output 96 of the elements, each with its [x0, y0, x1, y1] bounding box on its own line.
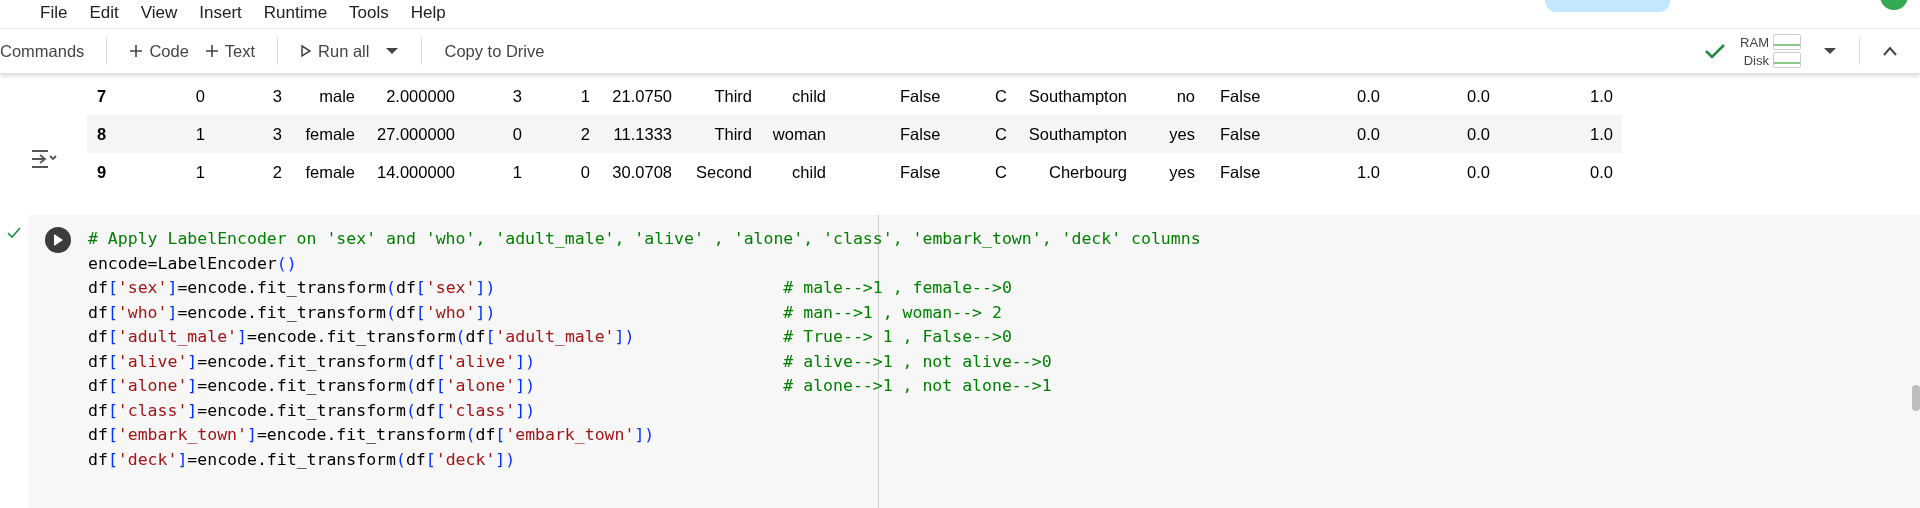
table-cell-text: 1 [511, 162, 522, 182]
code-line: df['deck']=encode.fit_transform(df['deck']) [88, 448, 517, 471]
scrollbar-thumb[interactable] [1912, 385, 1920, 411]
table-cell-text: 0.0 [1356, 124, 1380, 144]
row-index: 8 [96, 124, 108, 144]
menu-item[interactable]: View [140, 4, 178, 22]
table-cell-text: False [1219, 162, 1262, 182]
table-cell-text: 1.0 [1589, 124, 1613, 144]
table-cell-text: False [899, 86, 942, 106]
table-cell-text: 0.0 [1466, 86, 1490, 106]
table-cell-text: 1 [194, 162, 205, 182]
code-line: df['sex']=encode.fit_transform(df['sex']) [88, 277, 497, 299]
ram-meter [1773, 34, 1801, 50]
code-comment: # alive-->1 , not alive-->0 [783, 350, 1053, 373]
table-cell-text: 2 [271, 162, 282, 182]
table-cell-text: 0.0 [1589, 162, 1613, 182]
code-line: df['alive']=encode.fit_transform(df['alive']) [88, 350, 537, 373]
code-line: # Apply LabelEncoder on 'sex' and 'who', 'adult_male', 'alive' , 'alone', 'class', 'embark_town', 'deck' columns [88, 228, 1201, 250]
table-cell-text: 14.000000 [376, 162, 455, 182]
code-comment: # True--> 1 , False-->0 [783, 326, 1013, 348]
table-cell-text: Third [713, 124, 752, 144]
code-line: encode=LabelEncoder() [88, 252, 298, 275]
table-cell-text: C [994, 86, 1008, 106]
table-cell-text: 1 [579, 86, 590, 106]
copy-to-drive-button[interactable]: Copy to Drive [436, 34, 553, 68]
code-line: df['class']=encode.fit_transform(df['class']) [88, 399, 537, 422]
table-cell-text: 0 [511, 124, 522, 144]
disk-meter [1773, 52, 1801, 68]
menu-item[interactable]: Tools [349, 4, 389, 22]
play-icon [300, 44, 313, 58]
menu-item[interactable]: Edit [89, 4, 119, 22]
table-cell-text: 0.0 [1356, 86, 1380, 106]
table-cell-text: 1 [194, 124, 205, 144]
code-cell[interactable] [28, 215, 1920, 508]
table-cell-text: no [1175, 86, 1195, 106]
table-cell-text: 2 [579, 124, 590, 144]
table-cell-text: 2.000000 [385, 86, 455, 106]
table-cell-text: C [994, 162, 1008, 182]
code-line: df['who']=encode.fit_transform(df['who']) [88, 301, 497, 324]
table-cell-text: 0.0 [1466, 124, 1490, 144]
chevron-up-icon [1882, 46, 1898, 56]
row-index: 9 [96, 162, 108, 182]
table-cell-text: 3 [271, 86, 282, 106]
caret-icon [1823, 47, 1837, 55]
run-all-button[interactable]: Run all [292, 34, 378, 68]
table-cell-text: 11.1333 [612, 124, 672, 144]
table-cell-text: False [1219, 86, 1262, 106]
table-cell-text: Third [713, 86, 752, 106]
code-comment: # alone-->1 , not alone-->1 [783, 375, 1053, 397]
add-code-button[interactable]: Code [121, 34, 197, 68]
code-comment: # man-->1 , woman--> 2 [783, 301, 1003, 324]
run-button[interactable] [45, 227, 71, 253]
table-cell-text: Cherbourg [1048, 162, 1127, 182]
table-cell-text: Second [695, 162, 752, 182]
table-cell-text: 30.0708 [611, 162, 672, 182]
menu-item[interactable]: Insert [199, 4, 242, 22]
table-cell-text: False [899, 162, 942, 182]
ram-label: RAM [1740, 34, 1769, 50]
output-toggle-icon[interactable] [29, 147, 58, 171]
table-cell-text: woman [771, 124, 826, 144]
disk-label: Disk [1743, 52, 1769, 68]
table-cell-text: 0.0 [1466, 162, 1490, 182]
code-line: df['adult_male']=encode.fit_transform(df['adult_male']) [88, 326, 636, 348]
table-cell-text: Southampton [1027, 124, 1127, 144]
table-cell-text: 21.0750 [611, 86, 672, 106]
code-line: df['embark_town']=encode.fit_transform(df['embark_town']) [88, 424, 656, 446]
menu-item[interactable]: File [40, 4, 68, 22]
add-text-button[interactable]: Text [196, 34, 264, 68]
caret-icon [385, 47, 400, 55]
table-cell-text: False [1219, 124, 1262, 144]
row-index: 7 [96, 86, 108, 106]
table-cell-text: yes [1168, 124, 1195, 144]
table-cell-text: 3 [511, 86, 522, 106]
table-cell-text: female [304, 124, 355, 144]
commands-button[interactable]: Commands [0, 34, 93, 68]
table-cell-text: 1.0 [1589, 86, 1613, 106]
table-cell-text: 3 [271, 124, 282, 144]
play-icon [53, 234, 63, 246]
plus-icon [204, 44, 219, 58]
table-cell-text: 1.0 [1356, 162, 1380, 182]
table-cell-text: female [304, 162, 355, 182]
table-cell-text: yes [1168, 162, 1195, 182]
menu-item[interactable]: Help [410, 4, 446, 22]
table-cell-text: Southampton [1027, 86, 1127, 106]
table-cell-text: 27.000000 [376, 124, 455, 144]
code-line: df['alone']=encode.fit_transform(df['alone']) [88, 375, 537, 397]
table-cell-text: child [791, 86, 826, 106]
table-cell-text: C [994, 124, 1008, 144]
table-cell-text: child [791, 162, 826, 182]
table-cell-text: 0 [194, 86, 205, 106]
table-cell-text: male [318, 86, 355, 106]
menu-item[interactable]: Runtime [263, 4, 328, 22]
plus-icon [129, 44, 144, 58]
table-cell-text: False [899, 124, 942, 144]
code-comment: # male-->1 , female-->0 [783, 277, 1013, 299]
table-cell-text: 0 [579, 162, 590, 182]
